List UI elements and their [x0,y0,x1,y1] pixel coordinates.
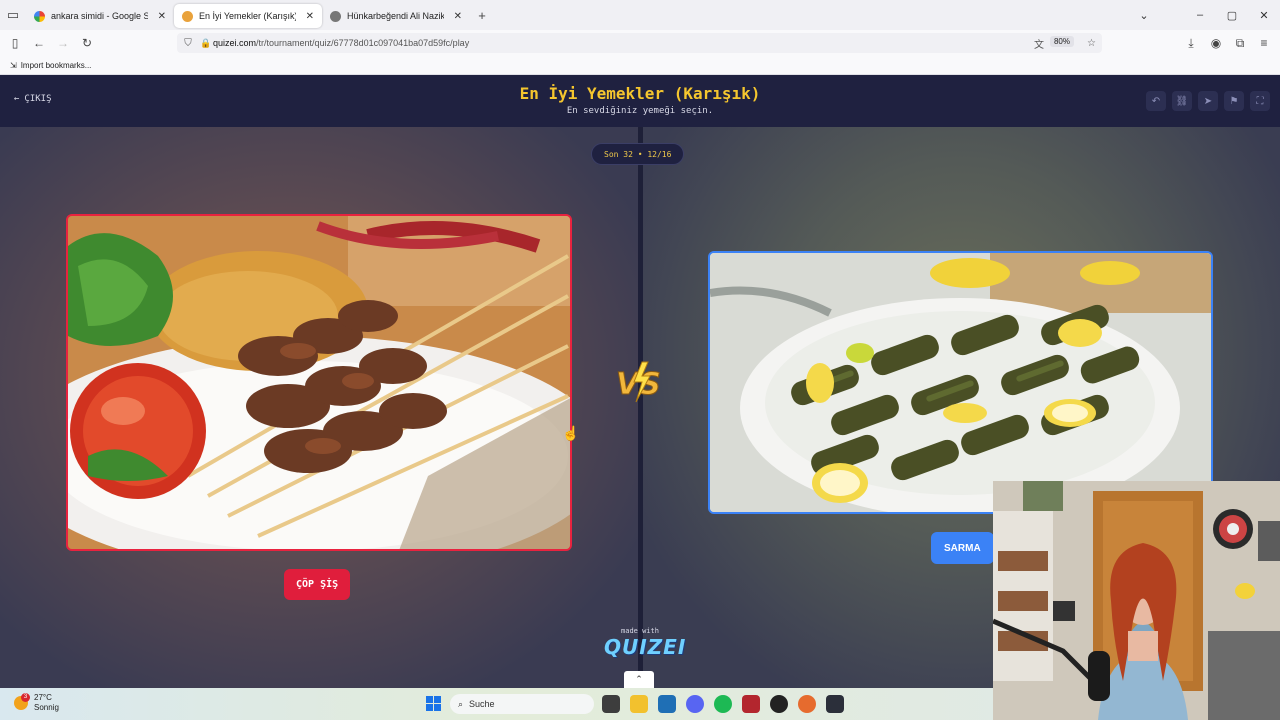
minimize-button[interactable]: – [1184,9,1216,21]
discord-icon[interactable] [686,695,704,713]
shield-icon[interactable]: ⛉ [177,38,199,49]
choose-right-button[interactable]: SARMA [931,532,994,564]
page-title: En İyi Yemekler (Karışık) [519,84,761,103]
temperature: 27°C [34,693,52,702]
back-button[interactable]: ← [27,36,51,50]
choose-left-button[interactable]: ÇÖP ŞİŞ [284,569,351,600]
tab-google-search[interactable]: ankara simidi - Google Search ✕ [26,4,174,28]
window-controls: ⌄ – ▢ ✕ [1128,0,1280,30]
extensions-icon[interactable]: ⧉ [1228,36,1252,51]
sun-icon: 3 [14,693,30,710]
round-badge: Son 32 • 12/16 [591,143,685,165]
weather-condition: Sonnig [34,703,59,712]
tab-title: Hünkarbeğendi Ali Nazik farkı [347,11,444,21]
right-choice-image[interactable] [708,251,1213,514]
browser-tab-bar: ▭ ankara simidi - Google Search ✕ En İyi… [0,0,1280,30]
search-placeholder: Suche [469,699,495,709]
taskbar-search[interactable]: ⌕ Suche [450,694,594,714]
made-with-quizei[interactable]: made with QUIZEI [604,627,687,659]
undo-icon[interactable]: ↶ [1146,91,1166,111]
weather-widget[interactable]: 3 27°C Sonnig [14,693,59,713]
downloads-icon[interactable]: ⤓ [1179,36,1203,51]
task-view-icon[interactable] [602,695,620,713]
chevron-up-icon[interactable]: ⌃ [624,671,654,688]
navigation-bar: ▯ ← → ↻ ⛉ 🔒 quizei.com /tr/tournament/qu… [0,30,1280,56]
new-tab-button[interactable]: + [470,8,494,23]
tab-overview-icon[interactable]: ▭ [0,7,26,23]
obs-icon[interactable] [770,695,788,713]
weather-alert-badge: 3 [21,693,30,702]
menu-icon[interactable]: ≡ [1252,36,1276,50]
firefox-icon[interactable] [798,695,816,713]
tab-list-chevron-icon[interactable]: ⌄ [1128,9,1160,22]
close-tab-icon[interactable]: ✕ [306,11,314,22]
link-icon[interactable]: ⛓ [1172,91,1192,111]
import-icon: ⇲ [10,60,17,70]
made-with-label: made with [621,627,659,635]
quizei-favicon-icon [182,10,193,22]
spotify-icon[interactable] [714,695,732,713]
search-icon: ⌕ [458,698,464,709]
tab-quizei[interactable]: En İyi Yemekler (Karışık) - Quizei ✕ [174,4,322,28]
reload-button[interactable]: ↻ [75,36,99,50]
left-choice-image[interactable] [66,214,572,551]
share-icon[interactable]: ➤ [1198,91,1218,111]
import-bookmarks-link[interactable]: Import bookmarks... [21,61,92,70]
flag-icon[interactable]: ⚑ [1224,91,1244,111]
quizei-logo: QUIZEI [604,635,687,659]
bookmarks-bar: ⇲ Import bookmarks... [0,56,1280,75]
streamer-webcam-picture [993,481,1280,720]
fullscreen-icon[interactable]: ⛶ [1250,91,1270,111]
zoom-level[interactable]: 80% [1049,36,1074,47]
league-icon[interactable] [826,695,844,713]
hand-cursor-icon: ☝ [562,425,580,441]
close-window-button[interactable]: ✕ [1248,9,1280,22]
vs-emblem-icon: VS [616,361,661,403]
maximize-button[interactable]: ▢ [1216,9,1248,22]
close-tab-icon[interactable]: ✕ [454,11,462,22]
sidebar-toggle-icon[interactable]: ▯ [3,36,27,50]
webcam-overlay [993,481,1280,720]
tab-title: En İyi Yemekler (Karışık) - Quizei [199,11,296,21]
file-explorer-icon[interactable] [630,695,648,713]
globe-icon [330,10,341,22]
url-path: /tr/tournament/quiz/67778d01c097041ba07d… [256,38,470,48]
tab-hunkarbegendi[interactable]: Hünkarbeğendi Ali Nazik farkı ✕ [322,4,470,28]
windows-start-icon[interactable] [426,696,441,711]
sarma-plate-picture [710,253,1211,512]
bookmark-star-icon[interactable]: ☆ [1087,38,1096,49]
close-tab-icon[interactable]: ✕ [158,11,166,22]
store-icon[interactable] [658,695,676,713]
tab-title: ankara simidi - Google Search [51,11,148,21]
quiz-header: ← ÇIKIŞ En İyi Yemekler (Karışık) En sev… [0,75,1280,127]
taskbar-apps [602,695,844,713]
forward-button[interactable]: → [51,36,75,50]
center-divider [638,127,643,688]
voicemod-icon[interactable] [742,695,760,713]
url-bar[interactable]: ⛉ 🔒 quizei.com /tr/tournament/quiz/67778… [177,33,1102,53]
lock-icon[interactable]: 🔒 [199,38,213,49]
url-domain: quizei.com [213,38,257,48]
skewer-plate-picture [68,216,570,549]
account-icon[interactable]: ◉ [1204,36,1228,50]
page-subtitle: En sevdiğiniz yemeği seçin. [566,106,714,116]
google-icon [34,10,45,22]
translate-icon[interactable]: 文 [1034,36,1044,51]
header-actions: ↶ ⛓ ➤ ⚑ ⛶ [1146,91,1270,111]
